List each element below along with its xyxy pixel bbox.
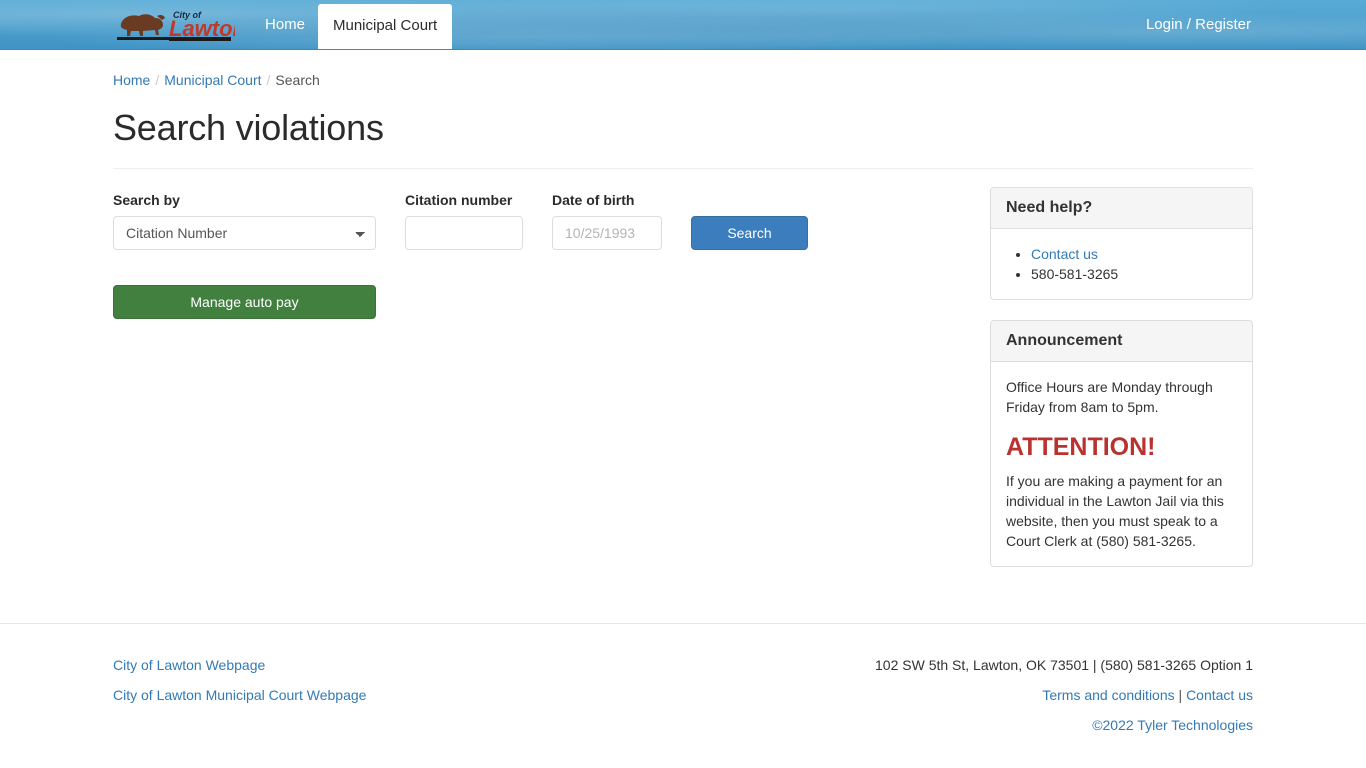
footer-info: 102 SW 5th St, Lawton, OK 73501 | (580) …	[875, 650, 1253, 740]
breadcrumb-item-municipal-court[interactable]: Municipal Court	[164, 72, 261, 88]
need-help-panel: Need help? Contact us 580-581-3265	[990, 187, 1253, 300]
breadcrumb-item-current: Search	[275, 72, 320, 88]
breadcrumb: Home / Municipal Court / Search	[113, 50, 1253, 90]
footer-contact-us-link[interactable]: Contact us	[1186, 687, 1253, 703]
need-help-panel-heading: Need help?	[991, 188, 1252, 229]
nav-item-home[interactable]: Home	[250, 0, 320, 49]
page-footer: City of Lawton Webpage City of Lawton Mu…	[0, 623, 1366, 768]
citation-number-group: Citation number	[405, 191, 523, 250]
terms-and-conditions-link[interactable]: Terms and conditions	[1042, 687, 1174, 703]
footer-links: City of Lawton Webpage City of Lawton Mu…	[113, 650, 366, 710]
sidebar-column: Need help? Contact us 580-581-3265 Annou…	[990, 169, 1253, 587]
breadcrumb-separator: /	[155, 72, 160, 88]
contact-us-link[interactable]: Contact us	[1031, 246, 1098, 262]
footer-link-municipal-court-webpage[interactable]: City of Lawton Municipal Court Webpage	[113, 680, 366, 710]
search-by-label: Search by	[113, 192, 180, 208]
content-row: Search by Citation Number Citation numbe…	[113, 169, 1253, 587]
need-help-list: Contact us 580-581-3265	[1006, 244, 1237, 284]
announcement-title: Announcement	[1006, 332, 1123, 349]
date-of-birth-input[interactable]	[552, 216, 662, 250]
attention-body-text: If you are making a payment for an indiv…	[1006, 473, 1224, 549]
citation-number-label: Citation number	[405, 192, 513, 208]
page-container: Home / Municipal Court / Search Search viola…	[0, 50, 1366, 587]
need-help-title: Need help?	[1006, 199, 1093, 216]
footer-legal-line: Terms and conditions | Contact us	[875, 680, 1253, 710]
breadcrumb-item-home[interactable]: Home	[113, 72, 150, 88]
nav-item-municipal-court[interactable]: Municipal Court	[318, 4, 453, 49]
nav-item-login-register[interactable]: Login / Register	[1131, 0, 1266, 49]
list-item: 580-581-3265	[1031, 264, 1237, 284]
footer-pipe-separator: |	[1178, 687, 1183, 703]
search-form-column: Search by Citation Number Citation numbe…	[113, 169, 990, 319]
top-navbar: City of Lawton Home Municipal Court Logi…	[0, 0, 1366, 50]
date-of-birth-group: Date of birth	[552, 191, 662, 250]
search-by-group: Search by Citation Number	[113, 191, 376, 250]
bison-logo-icon: City of Lawton	[117, 10, 235, 41]
search-button-group: Search	[691, 216, 808, 250]
search-form: Search by Citation Number Citation numbe…	[113, 191, 990, 250]
city-of-lawton-logo[interactable]: City of Lawton	[113, 4, 235, 46]
footer-copyright: ©2022 Tyler Technologies	[1092, 717, 1253, 733]
breadcrumb-separator: /	[266, 72, 271, 88]
attention-heading: ATTENTION!	[1006, 433, 1156, 461]
search-button[interactable]: Search	[691, 216, 808, 250]
citation-number-input[interactable]	[405, 216, 523, 250]
announcement-panel-body: Office Hours are Monday through Friday f…	[991, 362, 1252, 566]
footer-address: 102 SW 5th St, Lawton, OK 73501 | (580) …	[875, 657, 1253, 673]
search-by-select[interactable]: Citation Number	[113, 216, 376, 250]
footer-link-city-webpage[interactable]: City of Lawton Webpage	[113, 650, 366, 680]
date-of-birth-label: Date of birth	[552, 192, 635, 208]
page-title: Search violations	[113, 107, 384, 148]
announcement-panel: Announcement Office Hours are Monday thr…	[990, 320, 1253, 567]
announcement-panel-heading: Announcement	[991, 321, 1252, 362]
manage-auto-pay-button[interactable]: Manage auto pay	[113, 285, 376, 319]
need-help-panel-body: Contact us 580-581-3265	[991, 229, 1252, 299]
list-item: Contact us	[1031, 244, 1237, 264]
office-hours-text: Office Hours are Monday through Friday f…	[1006, 379, 1213, 415]
